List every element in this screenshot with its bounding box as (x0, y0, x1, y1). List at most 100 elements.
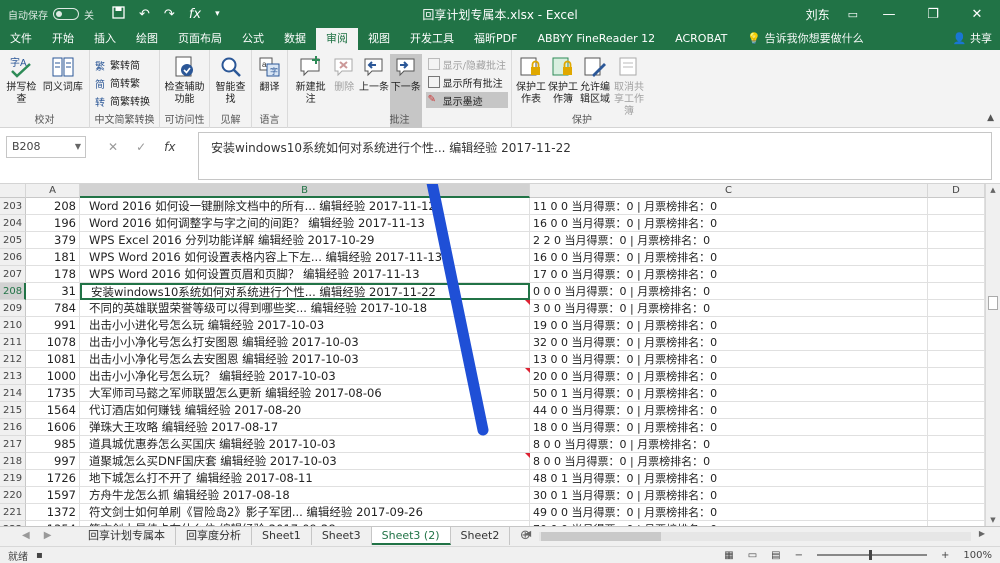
redo-icon[interactable]: ↷ (164, 7, 175, 22)
save-icon[interactable] (112, 5, 125, 23)
cell-c[interactable]: 49 0 0 当月得票：0 | 月票榜排名：0 (530, 504, 928, 521)
cell-c[interactable]: 8 0 0 当月得票：0 | 月票榜排名：0 (530, 453, 928, 470)
customize-qat-icon[interactable]: ▾ (215, 9, 220, 19)
cell-b[interactable]: 出击小小净化号怎么去安图恩 编辑经验 2017-10-03 (80, 351, 530, 368)
cell-d[interactable] (928, 385, 985, 402)
sheet-tab-3[interactable]: Sheet1 (252, 527, 312, 545)
zoom-in-icon[interactable]: + (941, 550, 949, 561)
row-header[interactable]: 218 (0, 453, 26, 470)
cell-a[interactable]: 196 (26, 215, 80, 232)
zoom-level[interactable]: 100% (963, 550, 992, 561)
fx-icon[interactable]: fx (189, 7, 201, 22)
tab-view[interactable]: 视图 (358, 28, 400, 50)
tab-acrobat[interactable]: ACROBAT (665, 28, 737, 50)
row-header[interactable]: 214 (0, 385, 26, 402)
sheet-next-icon[interactable]: ▶ (44, 527, 52, 545)
row-header[interactable]: 220 (0, 487, 26, 504)
sheet-tab-1[interactable]: 回享计划专属本 (78, 527, 176, 545)
cell-c[interactable]: 16 0 0 当月得票：0 | 月票榜排名：0 (530, 249, 928, 266)
cell-b[interactable]: 方舟牛龙怎么抓 编辑经验 2017-08-18 (80, 487, 530, 504)
cell-d[interactable] (928, 266, 985, 283)
cell-b[interactable]: 大军师司马懿之军师联盟怎么更新 编辑经验 2017-08-06 (80, 385, 530, 402)
tab-file[interactable]: 文件 (0, 28, 42, 50)
show-all-comments-button[interactable]: 显示所有批注 (426, 74, 508, 90)
cell-c[interactable]: 50 0 1 当月得票：0 | 月票榜排名：0 (530, 385, 928, 402)
cell-a[interactable]: 379 (26, 232, 80, 249)
tab-draw[interactable]: 绘图 (126, 28, 168, 50)
cell-c[interactable]: 3 0 0 当月得票：0 | 月票榜排名：0 (530, 300, 928, 317)
chevron-down-icon[interactable]: ▼ (75, 137, 81, 157)
cell-d[interactable] (928, 351, 985, 368)
cell-c[interactable]: 30 0 1 当月得票：0 | 月票榜排名：0 (530, 487, 928, 504)
cell-d[interactable] (928, 504, 985, 521)
cell-d[interactable] (928, 487, 985, 504)
column-header-b[interactable]: B (80, 184, 530, 198)
cell-a[interactable]: 1081 (26, 351, 80, 368)
cell-b[interactable]: WPS Word 2016 如何设置表格内容上下左... 编辑经验 2017-1… (80, 249, 530, 266)
toggle-switch[interactable] (53, 8, 79, 20)
scroll-left-icon[interactable]: ◀ (525, 529, 531, 538)
cell-c[interactable]: 8 0 0 当月得票：0 | 月票榜排名：0 (530, 436, 928, 453)
cell-b[interactable]: 符文剑士如何单刷《冒险岛2》影子军团... 编辑经验 2017-09-26 (80, 504, 530, 521)
cell-d[interactable] (928, 453, 985, 470)
enter-icon[interactable]: ✓ (136, 140, 146, 154)
cell-a[interactable]: 181 (26, 249, 80, 266)
undo-icon[interactable]: ↶ (139, 7, 150, 22)
cell-b[interactable]: 安装windows10系统如何对系统进行个性... 编辑经验 2017-11-2… (80, 283, 530, 300)
cell-b[interactable]: Word 2016 如何调整字与字之间的间距？ 编辑经验 2017-11-13 (80, 215, 530, 232)
cell-c[interactable]: 16 0 0 当月得票：0 | 月票榜排名：0 (530, 215, 928, 232)
cell-a[interactable]: 1606 (26, 419, 80, 436)
cell-c[interactable]: 19 0 0 当月得票：0 | 月票榜排名：0 (530, 317, 928, 334)
row-header[interactable]: 211 (0, 334, 26, 351)
cell-a[interactable]: 1078 (26, 334, 80, 351)
column-header-c[interactable]: C (530, 184, 928, 198)
name-box[interactable]: B208 ▼ (6, 136, 86, 158)
cell-b[interactable]: Word 2016 如何设一键删除文档中的所有... 编辑经验 2017-11-… (80, 198, 530, 215)
cell-d[interactable] (928, 470, 985, 487)
vertical-scrollbar[interactable]: ▲ ▼ (985, 184, 1000, 526)
cell-c[interactable]: 2 2 0 当月得票：0 | 月票榜排名：0 (530, 232, 928, 249)
share-button[interactable]: 👤 共享 (953, 28, 1000, 50)
scroll-up-icon[interactable]: ▲ (988, 186, 998, 194)
cell-a[interactable]: 1564 (26, 402, 80, 419)
cell-d[interactable] (928, 249, 985, 266)
horizontal-scroll-thumb[interactable] (541, 532, 661, 541)
cell-a[interactable]: 1597 (26, 487, 80, 504)
sheet-tab-2[interactable]: 回享度分析 (176, 527, 252, 545)
cell-d[interactable] (928, 232, 985, 249)
sheet-tab-6[interactable]: Sheet2 (451, 527, 511, 545)
zoom-out-icon[interactable]: − (795, 550, 803, 561)
cell-b[interactable]: WPS Word 2016 如何设置页眉和页脚？ 编辑经验 2017-11-13 (80, 266, 530, 283)
show-ink-button[interactable]: ✎ 显示墨迹 (425, 92, 508, 108)
user-name[interactable]: 刘东 (806, 6, 830, 23)
cell-d[interactable] (928, 283, 985, 300)
cell-b[interactable]: 弹珠大王攻略 编辑经验 2017-08-17 (80, 419, 530, 436)
zoom-slider[interactable] (817, 550, 928, 560)
row-header[interactable]: 213 (0, 368, 26, 385)
row-header[interactable]: 204 (0, 215, 26, 232)
tab-insert[interactable]: 插入 (84, 28, 126, 50)
cell-c[interactable]: 20 0 0 当月得票：0 | 月票榜排名：0 (530, 368, 928, 385)
cell-d[interactable] (928, 317, 985, 334)
cell-c[interactable]: 32 0 0 当月得票：0 | 月票榜排名：0 (530, 334, 928, 351)
horizontal-scrollbar[interactable]: ◀ ▶ (525, 529, 985, 542)
tab-formulas[interactable]: 公式 (232, 28, 274, 50)
sheet-tab-5[interactable]: Sheet3 (2) (371, 527, 451, 545)
cancel-icon[interactable]: ✕ (108, 140, 118, 154)
row-header[interactable]: 217 (0, 436, 26, 453)
cell-d[interactable] (928, 334, 985, 351)
cell-b[interactable]: 地下城怎么打不开了 编辑经验 2017-08-11 (80, 470, 530, 487)
row-header[interactable]: 221 (0, 504, 26, 521)
cell-a[interactable]: 31 (26, 283, 80, 300)
cell-c[interactable]: 48 0 1 当月得票：0 | 月票榜排名：0 (530, 470, 928, 487)
cell-b[interactable]: 出击小小净化号怎么玩？ 编辑经验 2017-10-03 (80, 368, 530, 385)
cell-d[interactable] (928, 198, 985, 215)
cell-a[interactable]: 208 (26, 198, 80, 215)
cell-c[interactable]: 17 0 0 当月得票：0 | 月票榜排名：0 (530, 266, 928, 283)
row-header[interactable]: 209 (0, 300, 26, 317)
select-all-corner[interactable] (0, 184, 26, 198)
tab-home[interactable]: 开始 (42, 28, 84, 50)
sheet-tab-4[interactable]: Sheet3 (312, 527, 372, 545)
cell-c[interactable]: 18 0 0 当月得票：0 | 月票榜排名：0 (530, 419, 928, 436)
sheet-prev-icon[interactable]: ◀ (22, 527, 30, 545)
